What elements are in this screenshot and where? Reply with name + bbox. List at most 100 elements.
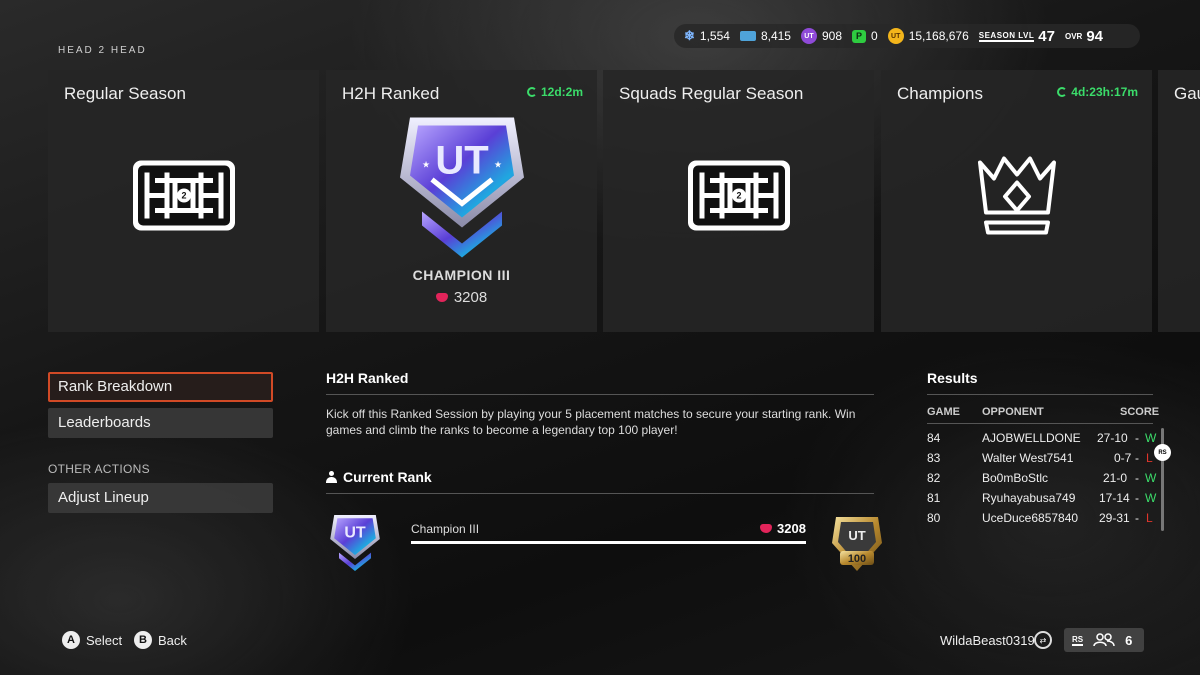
party-icon: [1093, 633, 1115, 647]
result-separator: -: [1135, 451, 1139, 465]
timer-icon: [1057, 87, 1068, 97]
results-row[interactable]: 84 AJOBWELLDONE 27-10 - W: [927, 431, 1157, 451]
result-game: 80: [927, 511, 941, 525]
p-points-icon: P: [852, 29, 866, 43]
leaderboards-button[interactable]: Leaderboards: [48, 408, 273, 438]
results-row[interactable]: 83 Walter West7541 0-7 - L: [927, 451, 1153, 471]
result-separator: -: [1135, 491, 1139, 505]
result-separator: -: [1135, 511, 1139, 525]
ovr-label: OVR: [1064, 31, 1083, 41]
ovr-value: 94: [1086, 27, 1103, 45]
result-score: 27-10: [1097, 431, 1128, 445]
result-opponent: Bo0mBoStlc: [982, 471, 1049, 485]
divider: [326, 493, 874, 494]
svg-text:2: 2: [736, 191, 741, 201]
divider: [927, 394, 1153, 395]
currency-p-points: P 0: [852, 29, 878, 43]
result-game: 83: [927, 451, 941, 465]
currency-coins: UT 15,168,676: [887, 28, 969, 44]
coin-icon: UT: [887, 28, 904, 44]
results-row[interactable]: 81 Ryuhayabusa749 17-14 - W: [927, 491, 1157, 511]
currency-value: 8,415: [760, 29, 791, 43]
mode-card-title: Gau: [1174, 84, 1200, 103]
timer-icon: [526, 87, 537, 97]
currency-value: 1,554: [699, 29, 730, 43]
mode-card-partial[interactable]: Gau: [1158, 70, 1200, 332]
result-outcome: W: [1145, 431, 1157, 445]
rank-progress-fill: [411, 541, 806, 544]
results-header-game: GAME: [927, 406, 960, 418]
back-label: Back: [158, 632, 187, 648]
rank-progress-bar: [411, 541, 806, 544]
mode-card-title: Squads Regular Season: [619, 84, 804, 103]
result-opponent: Ryuhayabusa749: [982, 491, 1076, 505]
divider: [927, 423, 1153, 424]
results-header-score: SCORE: [1120, 406, 1160, 418]
currency-value: 908: [821, 29, 842, 43]
result-game: 81: [927, 491, 941, 505]
h2h-logo-icon: 2: [686, 159, 792, 238]
mode-card-h2h-ranked[interactable]: H2H Ranked 12d:2m UT ★ ★ CHAMPION III 32…: [326, 70, 597, 332]
svg-text:UT: UT: [344, 524, 366, 541]
svg-text:2: 2: [181, 191, 186, 201]
result-outcome: W: [1145, 491, 1157, 505]
result-separator: -: [1135, 431, 1139, 445]
rank-name: CHAMPION III: [412, 267, 511, 283]
result-score: 0-7: [1114, 451, 1132, 465]
result-opponent: AJOBWELLDONE: [982, 431, 1081, 445]
rank-points: 3208: [326, 289, 597, 306]
gamertag: WildaBeast0319: [940, 633, 1035, 648]
b-button-icon: B: [134, 631, 152, 649]
champion-rank-badge-icon: UT ★ ★: [392, 108, 532, 263]
person-icon: [326, 471, 337, 483]
currency-value: 0: [871, 29, 878, 43]
divider: [326, 394, 874, 395]
adjust-lineup-button[interactable]: Adjust Lineup: [48, 483, 273, 513]
svg-text:UT: UT: [848, 528, 865, 543]
results-header-opponent: OPPONENT: [982, 406, 1044, 418]
currency-ticket: 8,415: [739, 29, 791, 43]
other-actions-heading: OTHER ACTIONS: [48, 462, 150, 476]
mode-card-champions[interactable]: Champions 4d:23h:17m: [881, 70, 1152, 332]
back-hint[interactable]: B Back: [134, 631, 187, 649]
ut-points-icon: UT: [800, 28, 817, 44]
season-level-label: SEASON LVL: [978, 30, 1035, 42]
rank-points-icon: [435, 293, 448, 302]
results-row[interactable]: 82 Bo0mBoStlc 21-0 - W: [927, 471, 1157, 491]
current-rank-heading: Current Rank: [326, 469, 432, 485]
party-indicator[interactable]: RS 6: [1064, 628, 1144, 652]
svg-text:100: 100: [848, 553, 866, 565]
results-scroll-thumb[interactable]: RS: [1154, 444, 1171, 461]
mode-card-squads-regular-season[interactable]: Squads Regular Season 2: [603, 70, 874, 332]
currency-ut-points: UT 908: [800, 28, 842, 44]
a-button-icon: A: [62, 631, 80, 649]
screen-title: HEAD 2 HEAD: [58, 45, 147, 56]
result-outcome: L: [1146, 451, 1153, 465]
season-level-value: 47: [1038, 27, 1055, 45]
select-hint[interactable]: A Select: [62, 631, 122, 649]
profile-switch-icon[interactable]: ⇄: [1034, 631, 1052, 649]
progress-points: 3208: [760, 521, 806, 536]
svg-text:UT: UT: [435, 139, 488, 183]
result-game: 84: [927, 431, 941, 445]
result-opponent: Walter West7541: [982, 451, 1074, 465]
snowflake-icon: ❄: [684, 28, 695, 43]
mode-card-regular-season[interactable]: Regular Season 2: [48, 70, 319, 332]
mode-card-timer: 12d:2m: [526, 85, 583, 99]
mode-card-timer: 4d:23h:17m: [1057, 85, 1138, 99]
mode-card-title: Regular Season: [64, 84, 186, 103]
currency-snowflake: ❄ 1,554: [684, 28, 730, 44]
svg-text:★: ★: [494, 161, 502, 171]
result-opponent: UceDuce6857840: [982, 511, 1079, 525]
currency-value: 15,168,676: [908, 29, 969, 43]
results-row[interactable]: 80 UceDuce6857840 29-31 - L: [927, 511, 1153, 531]
mode-card-title: Champions: [897, 84, 983, 103]
rank-breakdown-button[interactable]: Rank Breakdown: [48, 372, 273, 402]
rank-points-icon: [760, 524, 772, 533]
result-outcome: W: [1145, 471, 1157, 485]
detail-title: H2H Ranked: [326, 370, 409, 386]
results-title: Results: [927, 370, 978, 386]
ticket-icon: [739, 31, 756, 41]
crown-icon: [974, 153, 1060, 244]
result-score: 21-0: [1103, 471, 1128, 485]
